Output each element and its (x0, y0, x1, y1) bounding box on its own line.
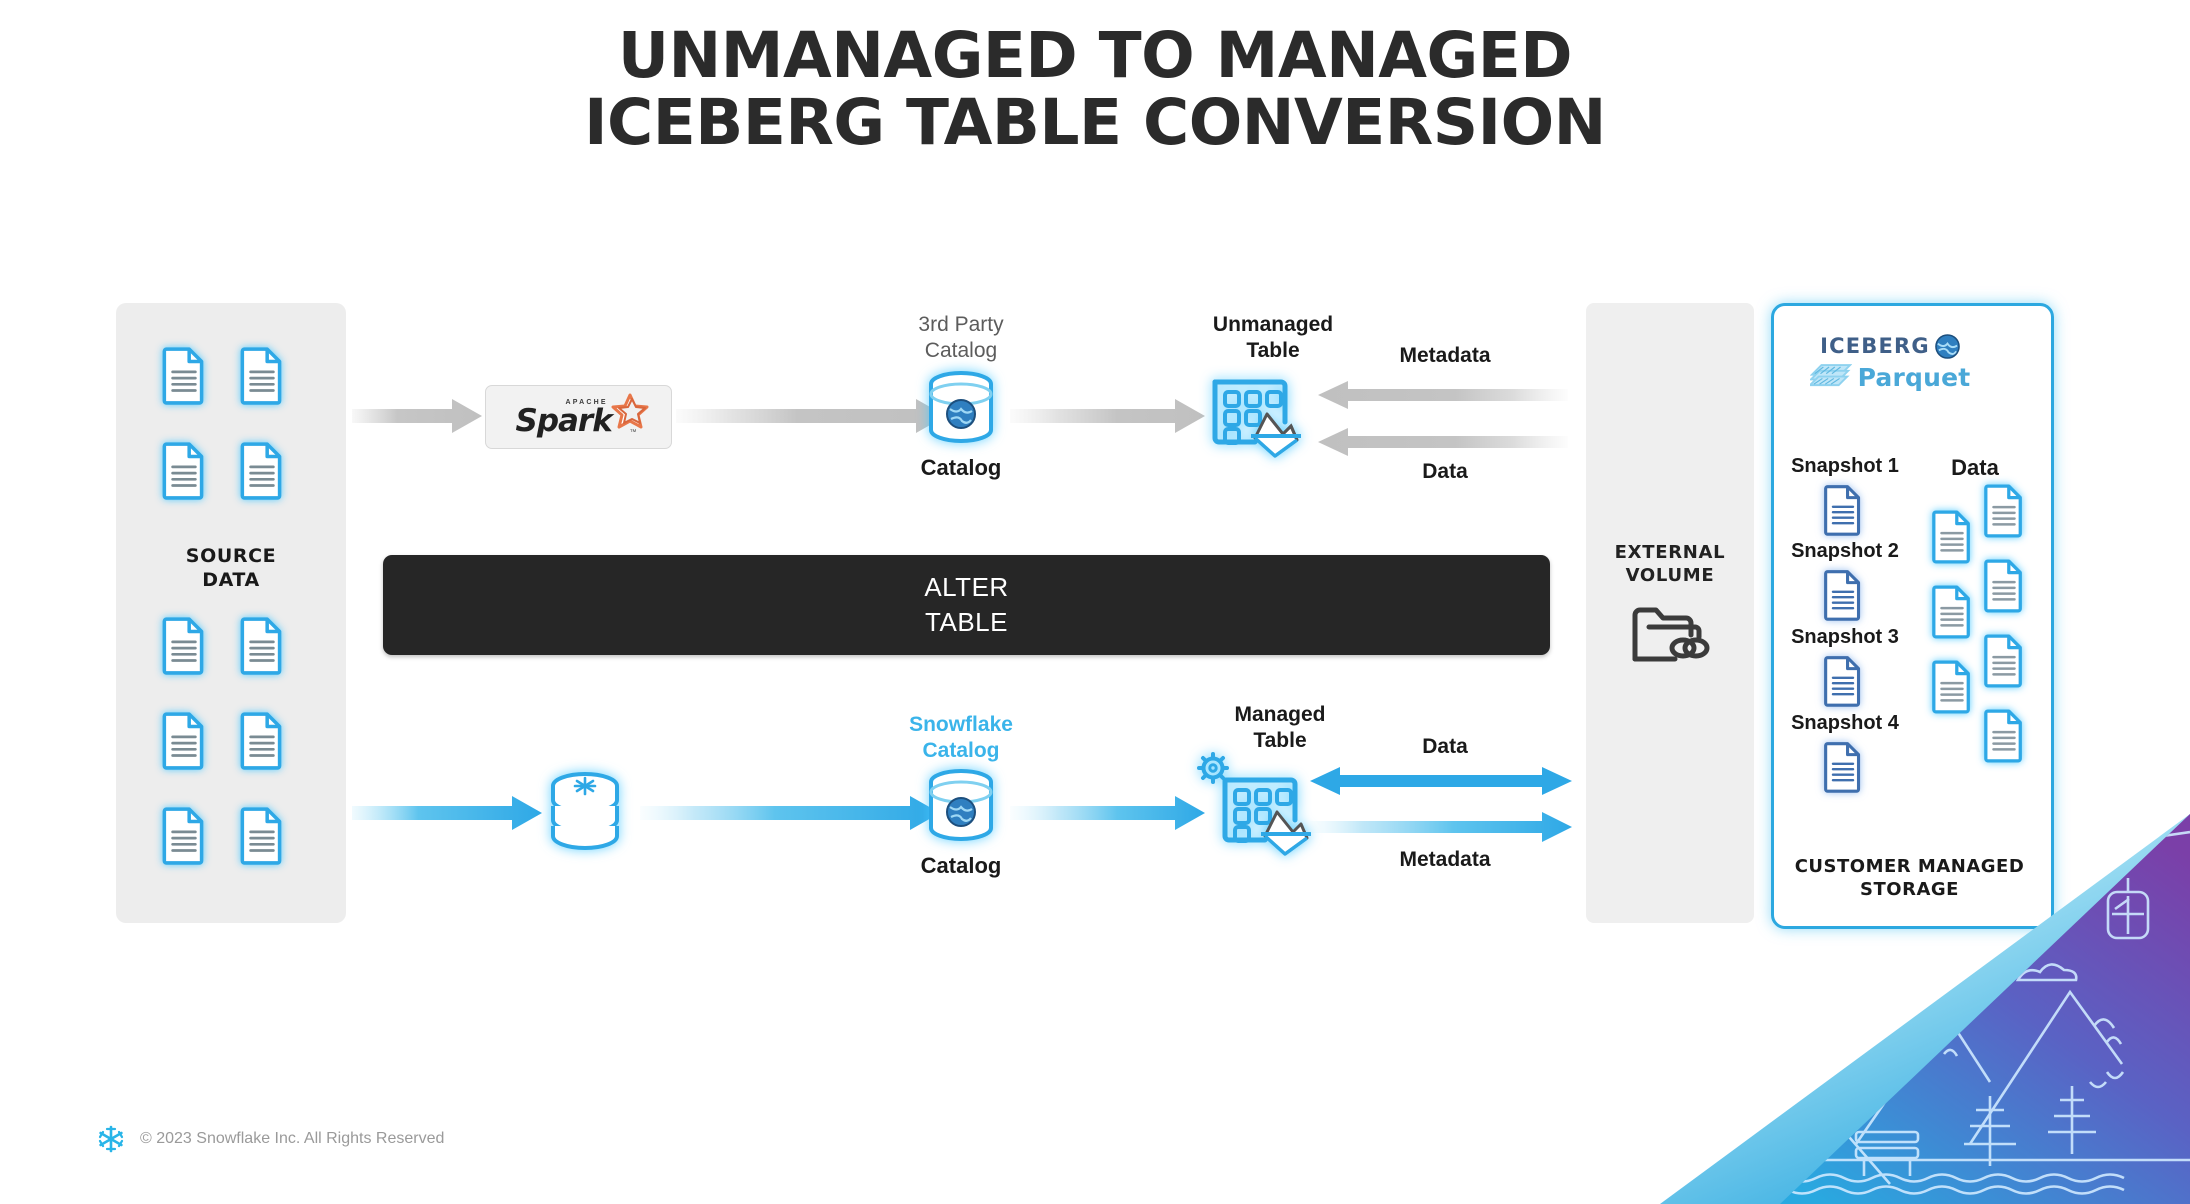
alter-table-banner[interactable]: ALTER TABLE (383, 555, 1550, 655)
catalog-bottom-text-bottom: Catalog (920, 853, 1002, 878)
arrow-catalog-to-managed-table (1010, 795, 1205, 831)
third-party-catalog-label-line-2: Catalog (924, 339, 998, 363)
managed-metadata-arrow-label: Metadata (1305, 848, 1585, 872)
snowflake-logo (98, 1125, 124, 1153)
data-document-icon (1982, 482, 2026, 538)
document-icon (238, 345, 286, 405)
iceberg-logo: ICEBERG (1790, 333, 1990, 359)
snapshot-document-icon (1822, 483, 1864, 536)
iceberg-wordmark: ICEBERG (1820, 334, 1930, 358)
document-icon (238, 710, 286, 770)
catalog-bottom-text-top: Catalog (920, 455, 1002, 480)
arrow-unmanaged-data (1318, 428, 1568, 456)
document-icon (160, 615, 208, 675)
alter-line-2: TABLE (925, 607, 1008, 637)
document-icon (238, 440, 286, 500)
copyright-text: © 2023 Snowflake Inc. All Rights Reserve… (140, 1130, 445, 1147)
data-label-top: Data (1422, 460, 1468, 483)
unmanaged-data-arrow-label: Data (1305, 460, 1585, 484)
gear-icon (1197, 752, 1229, 784)
data-document-icon (1930, 583, 1974, 639)
folder-link-icon (1629, 603, 1711, 665)
arrow-unmanaged-metadata (1318, 381, 1568, 409)
apache-spark-logo: APACHE Spark ™ (504, 393, 654, 441)
snapshot-document-icon (1822, 568, 1864, 621)
external-volume-line-1: EXTERNAL (1614, 542, 1726, 563)
slide-canvas: UNMANAGED TO MANAGED ICEBERG TABLE CONVE… (0, 0, 2190, 1204)
footer: © 2023 Snowflake Inc. All Rights Reserve… (96, 1124, 444, 1154)
third-party-catalog-label-line-1: 3rd Party (918, 313, 1004, 336)
managed-table-icon[interactable] (1195, 750, 1311, 858)
unmanaged-table-label-line-2: Table (1246, 339, 1300, 363)
snapshot-label: Snapshot 1 (1791, 455, 1899, 477)
parquet-wordmark: Parquet (1857, 362, 1971, 392)
spark-wordmark: Spark (515, 403, 613, 439)
snowflake-catalog-label-line-1: Snowflake (909, 713, 1013, 736)
third-party-catalog-top-label: 3rd Party Catalog (876, 312, 1046, 365)
snapshot-label: Snapshot 3 (1791, 626, 1899, 648)
data-label-bottom: Data (1422, 735, 1468, 758)
globe-icon (1935, 333, 1960, 359)
data-document-icon (1930, 658, 1974, 714)
unmanaged-table-icon[interactable] (1205, 368, 1301, 460)
document-icon (238, 805, 286, 865)
document-icon (160, 710, 208, 770)
metadata-label-top: Metadata (1399, 344, 1491, 367)
snowflake-database-icon[interactable] (545, 770, 625, 854)
snowflake-catalog-top-label: Snowflake Catalog (876, 712, 1046, 765)
external-volume-label: EXTERNAL VOLUME (1586, 541, 1754, 588)
spark-star-icon (611, 393, 648, 429)
data-document-icon (1982, 707, 2026, 763)
decorative-corner-graphic (1660, 814, 2190, 1204)
data-column-header: Data (1915, 455, 2035, 481)
alter-line-1: ALTER (924, 571, 1009, 602)
document-icon (160, 440, 208, 500)
document-icon (160, 345, 208, 405)
snowflake-catalog-icon[interactable] (924, 768, 998, 846)
arrow-spark-to-third-party-catalog (676, 398, 946, 434)
arrow-managed-metadata (1310, 812, 1572, 842)
apache-spark-box[interactable]: APACHE Spark ™ (485, 385, 672, 449)
external-volume-line-2: VOLUME (1625, 565, 1715, 587)
arrow-source-to-spark (352, 398, 482, 434)
arrow-snowflake-db-to-catalog (640, 795, 940, 831)
data-column-header-text: Data (1951, 455, 1999, 480)
snapshot-label: Snapshot 4 (1791, 712, 1899, 734)
unmanaged-table-label-line-1: Unmanaged (1212, 313, 1334, 336)
data-document-icon (1930, 508, 1974, 564)
managed-table-label-line-2: Table (1253, 729, 1307, 753)
third-party-catalog-bottom-label: Catalog (876, 455, 1046, 481)
parquet-logo: Parquet (1790, 362, 1990, 392)
snapshot-document-icon (1822, 654, 1864, 707)
snapshot-label: Snapshot 2 (1791, 540, 1899, 562)
unmanaged-metadata-arrow-label: Metadata (1305, 344, 1585, 368)
page-title: UNMANAGED TO MANAGED ICEBERG TABLE CONVE… (0, 22, 2190, 157)
title-line-2: ICEBERG TABLE CONVERSION (584, 86, 1606, 160)
alter-table-text: ALTER TABLE (924, 570, 1008, 640)
metadata-label-bottom: Metadata (1399, 848, 1491, 871)
source-label-line-2: DATA (202, 568, 260, 591)
arrow-source-to-snowflake-db (352, 795, 542, 831)
data-document-icon (1982, 632, 2026, 688)
document-icon (238, 615, 286, 675)
managed-table-label-line-1: Managed (1234, 703, 1326, 726)
source-data-label: SOURCE DATA (116, 545, 346, 593)
snapshot-document-icon (1822, 740, 1864, 793)
arrow-managed-data (1310, 765, 1572, 797)
source-data-panel (116, 303, 346, 923)
data-document-icon (1982, 557, 2026, 613)
arrow-catalog-to-unmanaged-table (1010, 398, 1205, 434)
snowflake-catalog-bottom-label: Catalog (876, 853, 1046, 879)
managed-data-arrow-label: Data (1305, 735, 1585, 759)
source-label-line-1: SOURCE (185, 545, 277, 567)
title-line-1: UNMANAGED TO MANAGED (617, 19, 1573, 92)
parquet-stack-icon (1809, 363, 1852, 386)
snowflake-catalog-label-line-2: Catalog (922, 739, 1000, 763)
third-party-catalog-icon[interactable] (924, 370, 998, 448)
document-icon (160, 805, 208, 865)
